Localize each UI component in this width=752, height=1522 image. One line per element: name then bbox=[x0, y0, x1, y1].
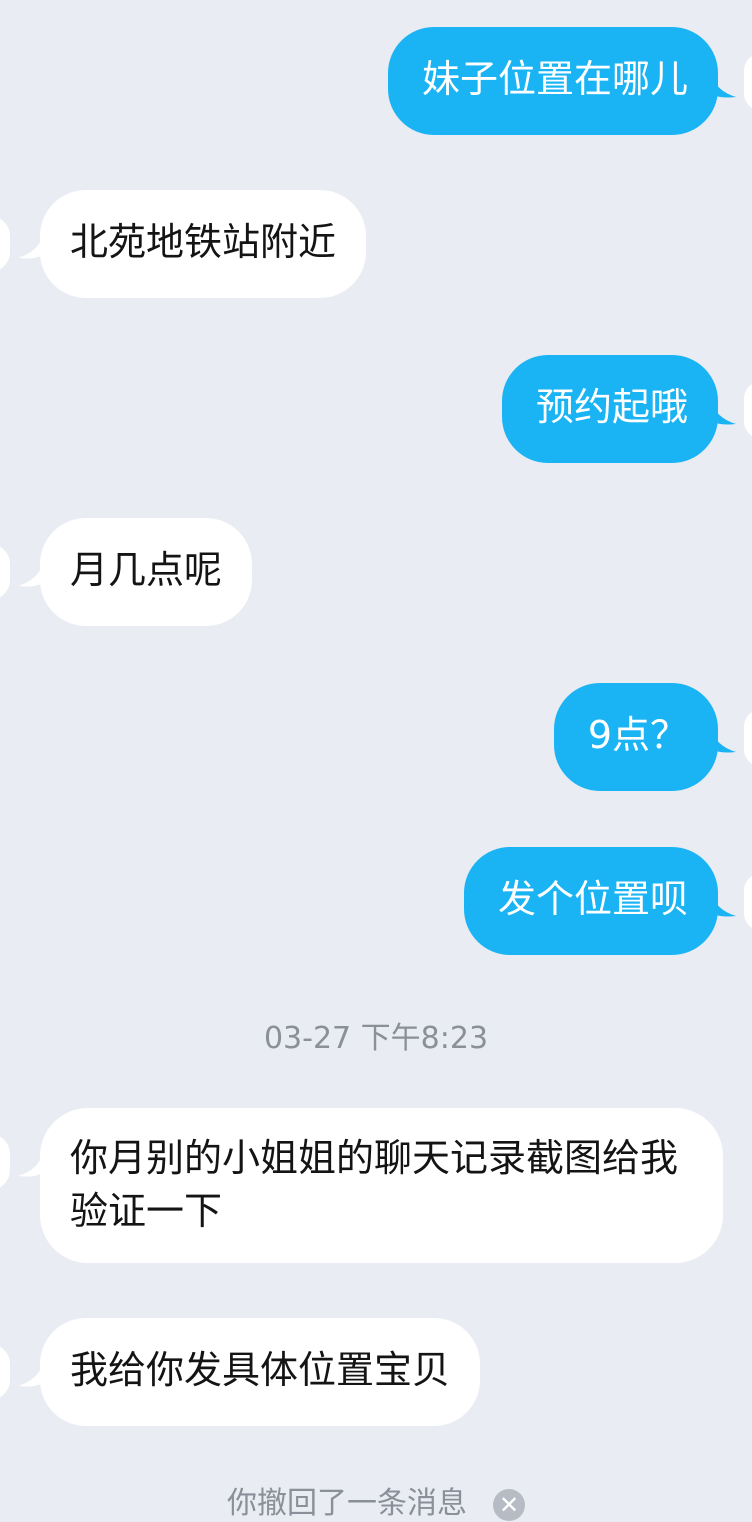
message-text: 我给你发具体位置宝贝 bbox=[70, 1348, 451, 1392]
my-avatar[interactable] bbox=[744, 874, 752, 930]
incoming-message-bubble[interactable]: 我给你发具体位置宝贝 bbox=[40, 1318, 481, 1426]
message-timestamp: 03-27 下午8:23 bbox=[263, 1021, 489, 1056]
outgoing-message-bubble[interactable]: 9点？ bbox=[553, 683, 718, 791]
message-text: 妹子位置在哪儿 bbox=[421, 57, 688, 101]
my-avatar[interactable] bbox=[744, 382, 752, 438]
my-avatar[interactable] bbox=[744, 710, 752, 766]
contact-avatar[interactable] bbox=[0, 1134, 10, 1190]
message-text: 月几点呢 bbox=[70, 548, 223, 592]
contact-avatar[interactable] bbox=[0, 216, 10, 272]
outgoing-message-bubble[interactable]: 发个位置呗 bbox=[463, 847, 718, 955]
bubble-tail bbox=[710, 400, 736, 425]
outgoing-message-bubble[interactable]: 预约起哦 bbox=[501, 355, 718, 463]
bubble-tail bbox=[710, 892, 736, 917]
message-text: 预约起哦 bbox=[535, 385, 688, 429]
message-text: 9点？ bbox=[587, 713, 688, 757]
outgoing-message-bubble[interactable]: 妹子位置在哪儿 bbox=[387, 27, 718, 135]
close-circle-icon[interactable]: ✕ bbox=[493, 1488, 525, 1521]
bubble-tail bbox=[710, 728, 736, 753]
recall-notice-text: 你撤回了一条消息 bbox=[227, 1486, 467, 1521]
contact-avatar[interactable] bbox=[0, 544, 10, 600]
message-text: 你月别的小姐姐的聊天记录截图给我验证一下 bbox=[70, 1136, 679, 1233]
my-avatar[interactable] bbox=[744, 54, 752, 110]
incoming-message-bubble[interactable]: 北苑地铁站附近 bbox=[40, 190, 367, 298]
message-text: 发个位置呗 bbox=[497, 877, 688, 921]
bubble-tail bbox=[18, 1362, 44, 1387]
message-text: 北苑地铁站附近 bbox=[70, 220, 337, 264]
incoming-message-bubble[interactable]: 你月别的小姐姐的聊天记录截图给我验证一下 bbox=[40, 1108, 723, 1263]
incoming-message-bubble[interactable]: 月几点呢 bbox=[40, 518, 253, 626]
recall-notice: 你撤回了一条消息 ✕ bbox=[0, 1478, 752, 1522]
contact-avatar[interactable] bbox=[0, 1344, 10, 1400]
bubble-tail bbox=[710, 73, 736, 98]
bubble-tail bbox=[18, 562, 44, 587]
bubble-tail bbox=[18, 1152, 44, 1177]
bubble-tail bbox=[18, 234, 44, 259]
